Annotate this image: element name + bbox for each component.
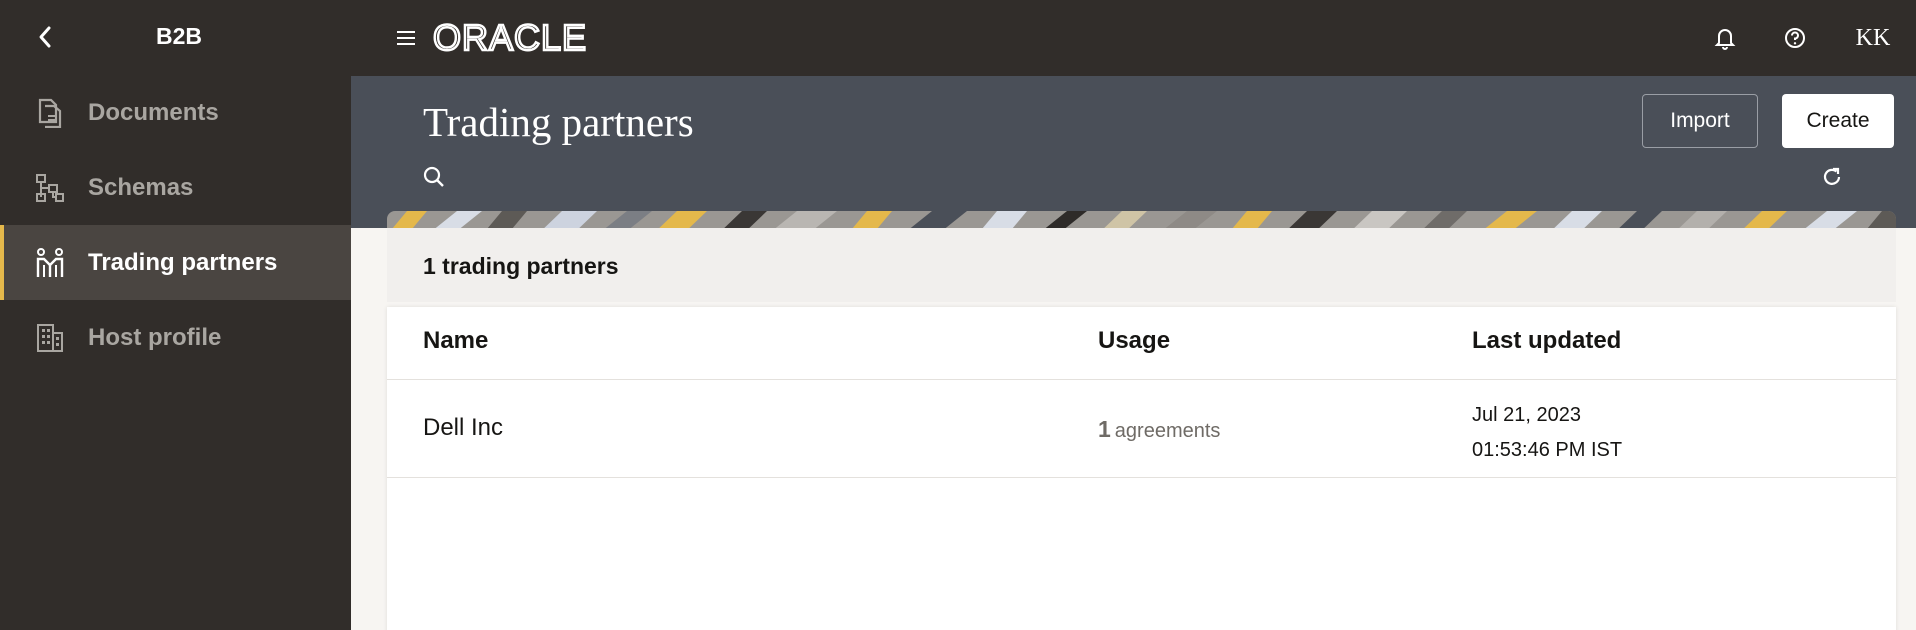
- usage-unit: agreements: [1114, 420, 1221, 442]
- table-row[interactable]: Dell Inc 1 agreements Jul 21, 2023 01:53:…: [387, 380, 1896, 477]
- search-icon[interactable]: [421, 164, 447, 190]
- sidebar-item-trading-partners[interactable]: Trading partners: [0, 225, 351, 300]
- usage-count: 1: [1098, 416, 1111, 442]
- sidebar-item-label: Schemas: [88, 173, 194, 201]
- svg-text:ORACLE: ORACLE: [433, 18, 587, 58]
- import-button[interactable]: Import: [1642, 94, 1758, 148]
- sidebar-title: B2B: [155, 23, 202, 49]
- sidebar-item-label: Trading partners: [88, 248, 278, 276]
- bell-icon[interactable]: [1711, 24, 1739, 52]
- column-header-usage[interactable]: Usage: [1098, 327, 1170, 355]
- building-icon: [34, 322, 66, 354]
- sidebar-item-host-profile[interactable]: Host profile: [0, 300, 351, 375]
- main-content: Trading partners Import Create 1 trading…: [351, 76, 1916, 630]
- last-updated-cell: Jul 21, 2023 01:53:46 PM IST: [1472, 398, 1622, 468]
- refresh-icon[interactable]: [1819, 164, 1845, 190]
- trading-partners-icon: [34, 247, 66, 279]
- schema-icon: [34, 172, 66, 204]
- updated-time: 01:53:46 PM IST: [1472, 439, 1623, 461]
- sidebar-header: B2B: [0, 0, 351, 76]
- help-icon[interactable]: [1781, 24, 1809, 52]
- page-title: Trading partners: [423, 99, 694, 145]
- document-icon: [34, 97, 66, 129]
- sidebar-item-documents[interactable]: Documents: [0, 75, 351, 150]
- column-header-last-updated[interactable]: Last updated: [1472, 327, 1621, 355]
- sidebar-item-label: Documents: [88, 98, 219, 126]
- results-count: 1 trading partners: [423, 253, 619, 279]
- sidebar-item-label: Host profile: [88, 323, 222, 351]
- partner-name[interactable]: Dell Inc: [423, 414, 503, 442]
- row-divider: [387, 477, 1896, 478]
- sidebar: B2B Documents Schemas Trading partners H…: [0, 0, 351, 630]
- create-button[interactable]: Create: [1782, 94, 1894, 148]
- top-bar: ORACLE KK: [351, 0, 1916, 76]
- oracle-logo[interactable]: ORACLE: [432, 16, 623, 63]
- usage-cell: 1 agreements: [1098, 416, 1220, 443]
- partners-table: Name Usage Last updated Dell Inc 1 agreem…: [387, 307, 1896, 630]
- sidebar-item-schemas[interactable]: Schemas: [0, 150, 351, 225]
- hamburger-menu-icon[interactable]: [395, 27, 417, 49]
- sidebar-nav: Documents Schemas Trading partners Host …: [0, 75, 351, 375]
- column-header-name[interactable]: Name: [423, 327, 488, 355]
- updated-date: Jul 21, 2023: [1472, 404, 1581, 426]
- avatar[interactable]: KK: [1848, 20, 1898, 56]
